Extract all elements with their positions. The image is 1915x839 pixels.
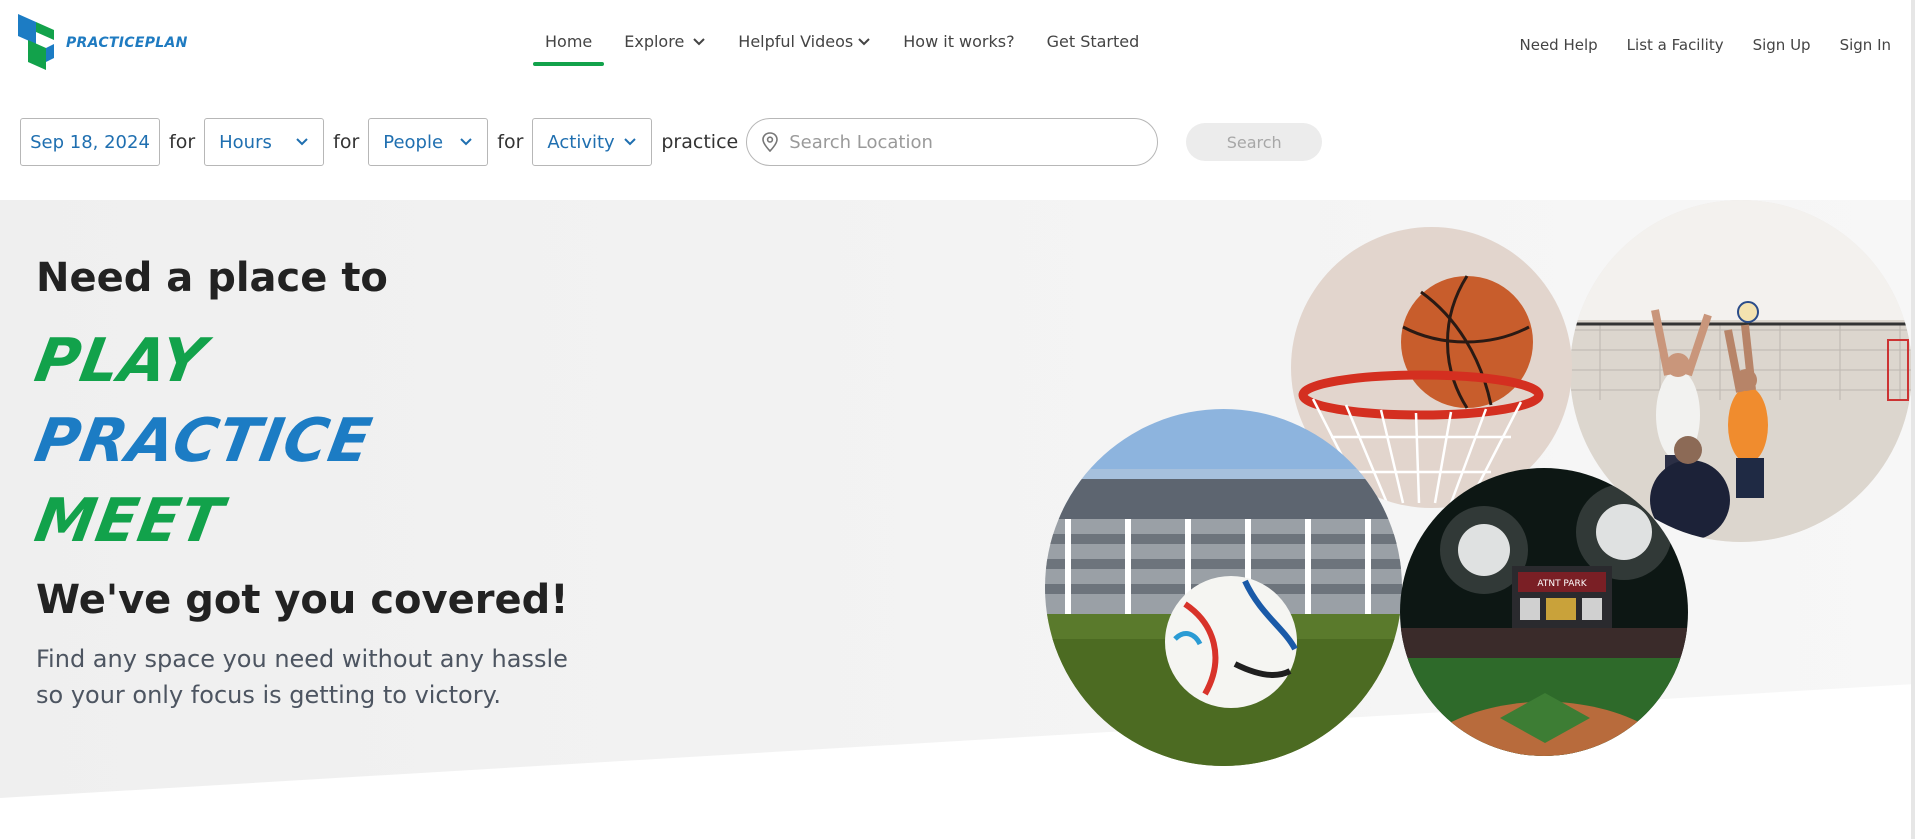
search-button[interactable]: Search — [1186, 123, 1323, 161]
for-label: for — [169, 131, 196, 153]
brand-logo[interactable]: PRACTICEPLAN — [18, 14, 188, 72]
scoreboard-text: ATNT PARK — [1537, 579, 1587, 589]
hero-word-meet: MEET — [29, 486, 229, 556]
nav-home-label: Home — [545, 32, 593, 51]
location-field[interactable] — [746, 118, 1159, 166]
location-input[interactable] — [789, 131, 1150, 153]
nav-helpful-videos[interactable]: Helpful Videos — [738, 32, 871, 51]
hero-lead: Need a place to — [36, 255, 388, 301]
chevron-down-icon — [460, 138, 472, 146]
sign-up-link[interactable]: Sign Up — [1753, 36, 1811, 54]
nav-get-started-label: Get Started — [1046, 32, 1140, 51]
chevron-down-icon — [296, 138, 308, 146]
activity-value: Activity — [547, 131, 615, 153]
main-nav: Home Explore Helpful Videos How it works… — [532, 32, 1171, 66]
soccer-image — [1045, 409, 1402, 766]
for-label: for — [333, 131, 360, 153]
hero-description: Find any space you need without any hass… — [36, 641, 606, 713]
hours-value: Hours — [219, 131, 272, 153]
nav-how-it-works-label: How it works? — [903, 32, 1015, 51]
date-value: Sep 18, 2024 — [30, 131, 150, 153]
hero-word-practice: PRACTICE — [29, 406, 378, 476]
baseball-image: ATNT PARK — [1400, 468, 1688, 756]
location-pin-icon — [762, 132, 779, 152]
people-value: People — [383, 131, 444, 153]
nav-get-started[interactable]: Get Started — [1047, 32, 1140, 51]
utility-nav: Need Help List a Facility Sign Up Sign I… — [1491, 36, 1892, 54]
chevron-down-icon — [693, 37, 706, 45]
chevron-down-icon — [624, 138, 637, 146]
hero-description-line-1: Find any space you need without any hass… — [36, 645, 568, 673]
sign-in-link[interactable]: Sign In — [1840, 36, 1891, 54]
list-facility-link[interactable]: List a Facility — [1627, 36, 1724, 54]
baseball-stadium-night-photo: ATNT PARK — [1400, 468, 1688, 756]
site-header: PRACTICEPLAN Home Explore Helpful Videos… — [0, 0, 1915, 90]
practiceplan-logo-icon — [18, 14, 54, 70]
hours-select[interactable]: Hours — [204, 118, 325, 166]
hero-description-line-2: so your only focus is getting to victory… — [36, 681, 501, 709]
hero-tagline: We've got you covered! — [36, 577, 569, 623]
nav-helpful-videos-label: Helpful Videos — [738, 32, 854, 51]
for-label: for — [497, 131, 524, 153]
brand-name: PRACTICEPLAN — [66, 35, 188, 51]
hero-word-play: PLAY — [29, 326, 212, 396]
soccer-ball-stadium-photo — [1045, 409, 1402, 766]
practice-label: practice — [661, 131, 739, 153]
chevron-down-icon — [858, 37, 870, 45]
nav-home[interactable]: Home — [532, 32, 605, 66]
activity-select[interactable]: Activity — [532, 118, 653, 166]
nav-explore-label: Explore — [624, 32, 685, 51]
nav-explore[interactable]: Explore — [624, 32, 706, 51]
hero-copy: Need a place to PLAY PRACTICE MEET We've… — [30, 255, 606, 713]
people-select[interactable]: People — [368, 118, 489, 166]
scrollbar[interactable] — [1911, 0, 1915, 839]
hero-section: Need a place to PLAY PRACTICE MEET We've… — [0, 200, 1915, 800]
date-picker[interactable]: Sep 18, 2024 — [20, 118, 160, 166]
nav-how-it-works[interactable]: How it works? — [903, 32, 1014, 51]
booking-search-bar: Sep 18, 2024 for Hours for People for Ac… — [20, 118, 1323, 166]
need-help-link[interactable]: Need Help — [1520, 36, 1598, 54]
